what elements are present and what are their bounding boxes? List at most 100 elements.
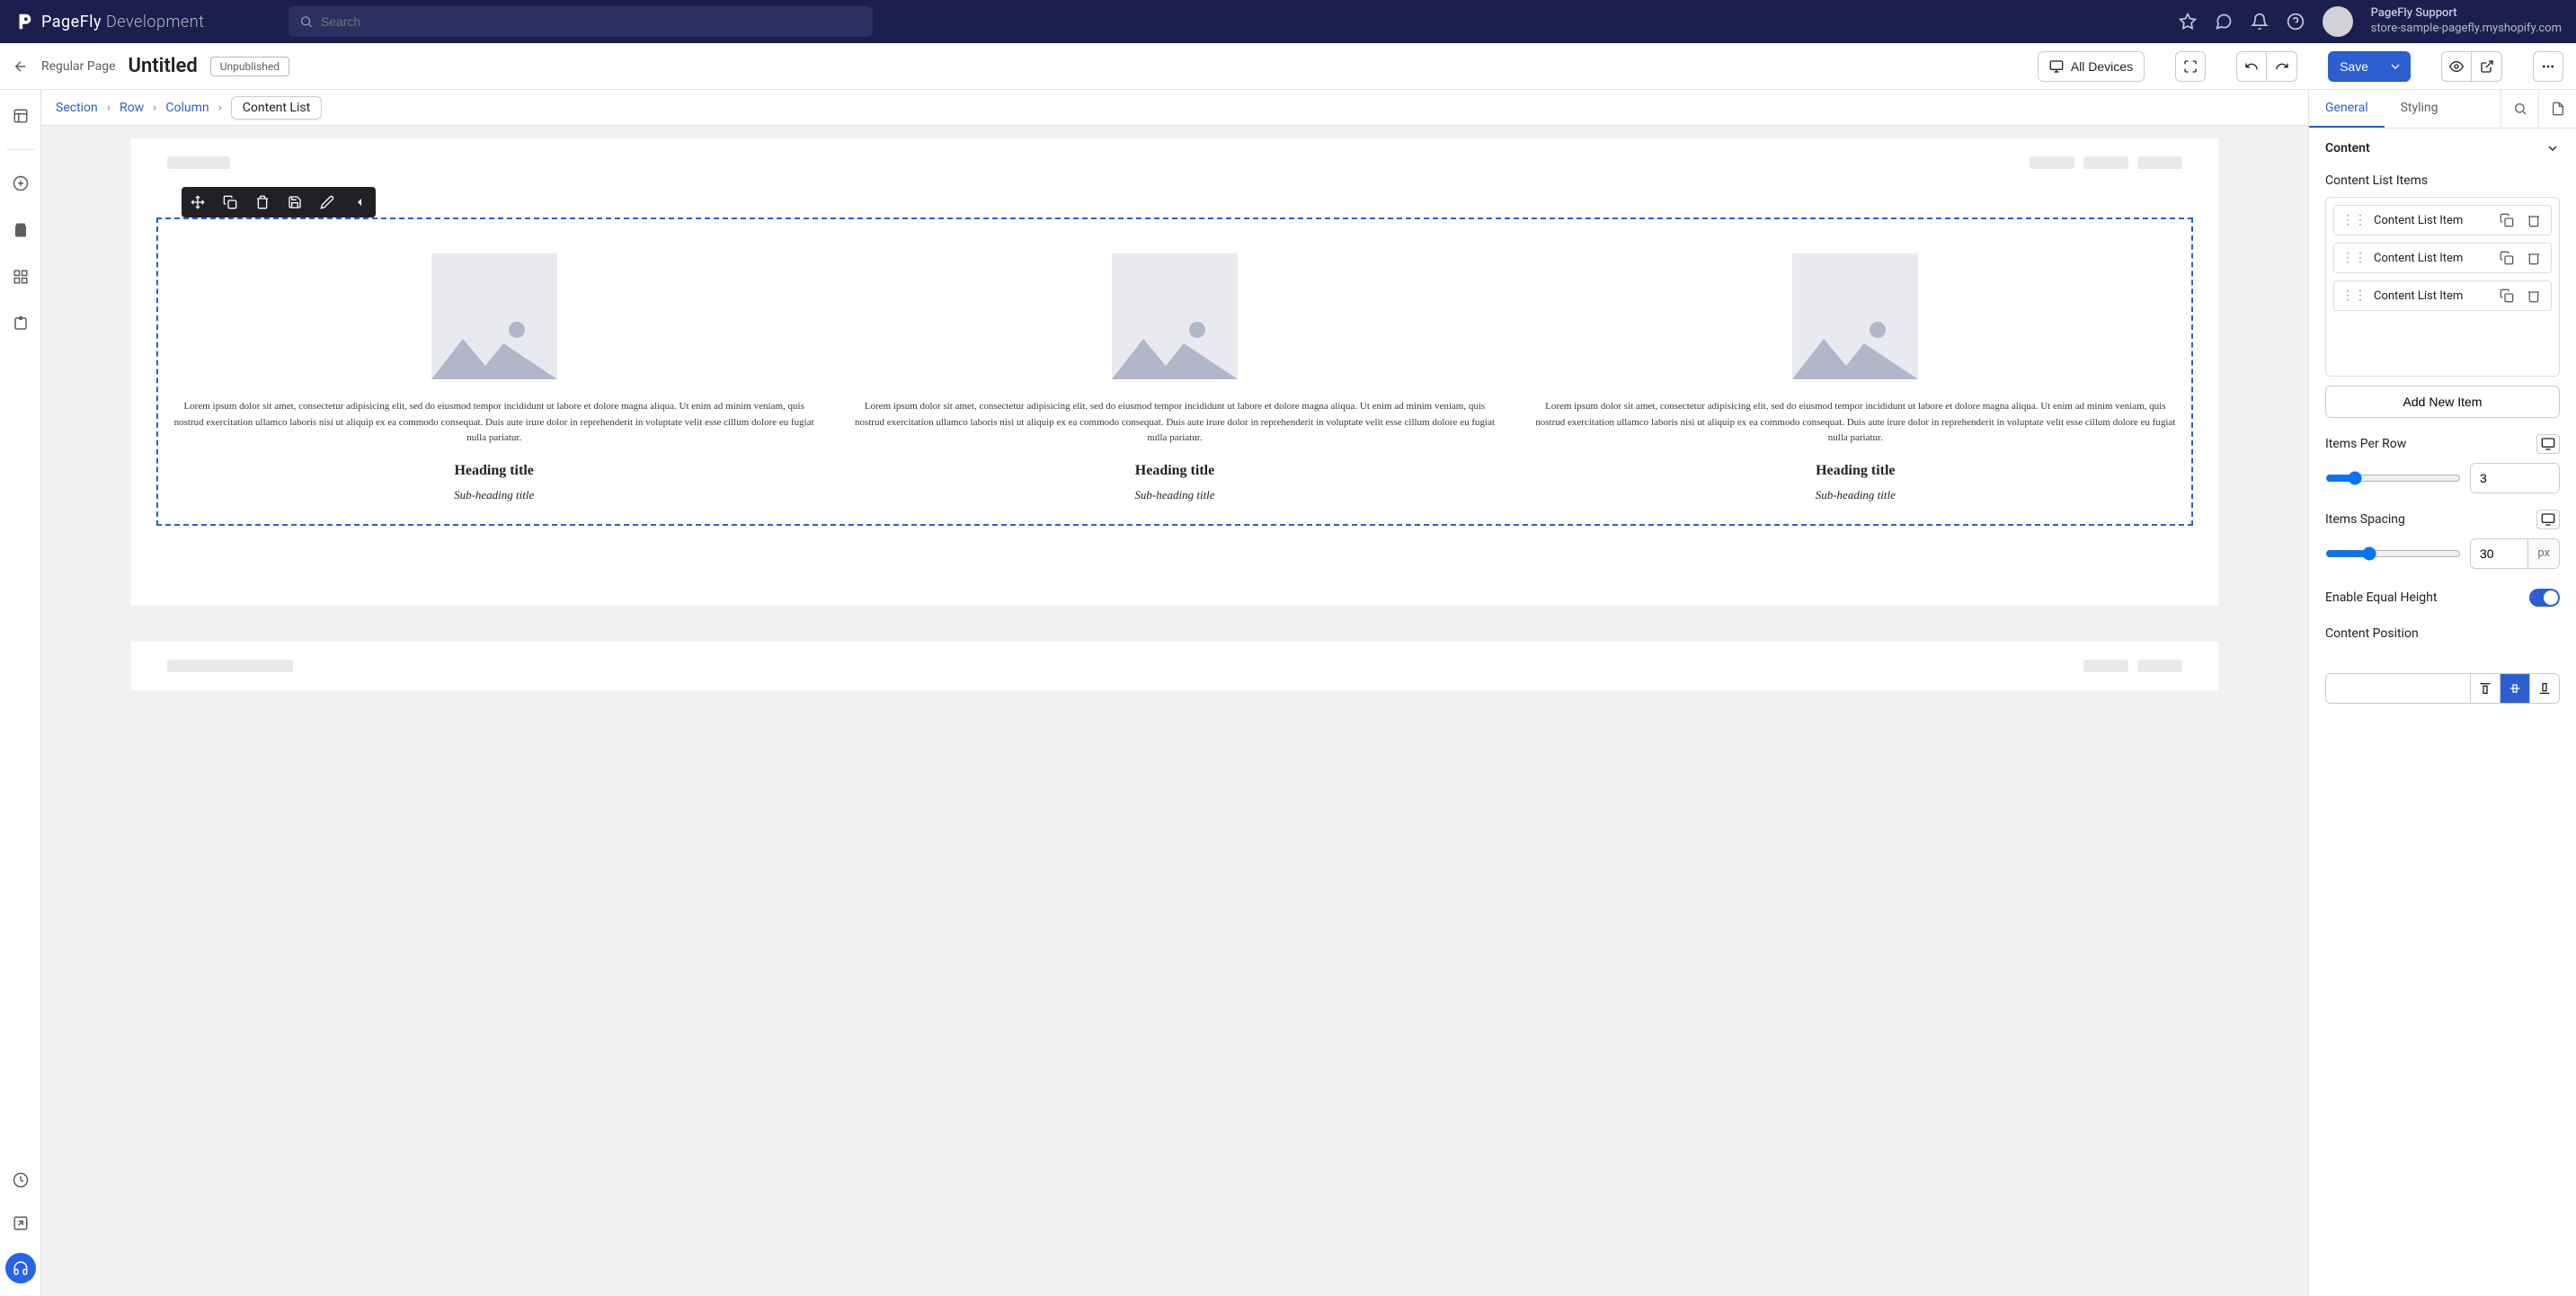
page-surface[interactable]: Lorem ipsum dolor sit amet, consectetur …: [131, 138, 2218, 606]
toolbar-move-button[interactable]: [182, 187, 214, 217]
content-list-items-label: Content List Items: [2325, 173, 2560, 188]
headset-icon: [13, 1260, 29, 1276]
save-icon: [288, 195, 302, 209]
device-selector-button[interactable]: [2536, 434, 2560, 454]
content-list-item[interactable]: Lorem ipsum dolor sit amet, consectetur …: [167, 253, 821, 502]
lorem-text: Lorem ipsum dolor sit amet, consectetur …: [167, 399, 821, 463]
panel-doc-button[interactable]: [2538, 90, 2576, 128]
position-middle-button[interactable]: [2500, 674, 2529, 703]
items-spacing-input[interactable]: [2471, 539, 2527, 568]
content-list-element[interactable]: Lorem ipsum dolor sit amet, consectetur …: [156, 217, 2193, 526]
rail-code-button[interactable]: [7, 1210, 34, 1237]
bell-icon[interactable]: [2251, 13, 2269, 31]
items-per-row-label: Items Per Row: [2325, 437, 2406, 451]
clock-icon: [13, 1172, 29, 1188]
list-item[interactable]: ⋮⋮ Content List Item: [2333, 280, 2552, 311]
breadcrumb: Section› Row› Column› Content List: [56, 96, 322, 120]
rail-apps-button[interactable]: [7, 263, 34, 290]
undo-button[interactable]: [2236, 51, 2267, 82]
save-dropdown-button[interactable]: [2380, 51, 2411, 82]
star-icon[interactable]: [2179, 13, 2197, 31]
toolbar-collapse-button[interactable]: [343, 187, 376, 217]
fullscreen-button[interactable]: [2175, 51, 2206, 82]
more-horizontal-icon: [2541, 59, 2555, 74]
search-input[interactable]: [321, 14, 863, 29]
device-selector-button[interactable]: [2536, 510, 2560, 529]
add-new-item-button[interactable]: Add New Item: [2325, 386, 2560, 418]
tab-general[interactable]: General: [2309, 90, 2385, 128]
right-panel: General Styling Content Content List Ite…: [2308, 90, 2576, 1296]
list-item-label: Content List Item: [2374, 289, 2490, 303]
align-bottom-icon: [2537, 681, 2552, 696]
duplicate-item-button[interactable]: [2497, 213, 2517, 227]
page-header-bar: Regular Page Untitled Unpublished All De…: [0, 43, 2576, 90]
brand-logo[interactable]: PageFly Development: [14, 12, 204, 31]
eye-icon: [2449, 59, 2464, 74]
search-icon: [2513, 102, 2527, 116]
list-item-label: Content List Item: [2374, 214, 2490, 227]
canvas-area[interactable]: Lorem ipsum dolor sit amet, consectetur …: [41, 126, 2308, 1296]
panel-search-button[interactable]: [2500, 90, 2538, 128]
delete-item-button[interactable]: [2524, 213, 2544, 227]
back-arrow-icon[interactable]: [13, 58, 29, 75]
list-item[interactable]: ⋮⋮ Content List Item: [2333, 205, 2552, 235]
all-devices-button[interactable]: All Devices: [2038, 51, 2145, 82]
layers-icon: [13, 108, 29, 124]
content-list-item[interactable]: Lorem ipsum dolor sit amet, consectetur …: [1529, 253, 2182, 502]
rail-shopify-button[interactable]: [7, 217, 34, 244]
tab-styling[interactable]: Styling: [2385, 90, 2455, 128]
user-meta[interactable]: PageFly Support store-sample-pagefly.mys…: [2371, 6, 2562, 37]
preview-button[interactable]: [2441, 51, 2472, 82]
equal-height-toggle[interactable]: [2529, 589, 2560, 607]
breadcrumb-item-row[interactable]: Row: [120, 101, 144, 115]
drag-handle-icon[interactable]: ⋮⋮: [2341, 288, 2367, 303]
subheading-text: Sub-heading title: [167, 488, 821, 502]
heading-text: Heading title: [167, 463, 821, 479]
drag-handle-icon[interactable]: ⋮⋮: [2341, 213, 2367, 227]
copy-icon: [2500, 251, 2514, 265]
toolbar-delete-button[interactable]: [246, 187, 279, 217]
toolbar-duplicate-button[interactable]: [214, 187, 246, 217]
desktop-icon: [2049, 59, 2064, 74]
brand-text: PageFly Development: [41, 13, 204, 31]
position-top-button[interactable]: [2470, 674, 2500, 703]
position-bottom-button[interactable]: [2529, 674, 2559, 703]
duplicate-item-button[interactable]: [2497, 251, 2517, 265]
subheading-text: Sub-heading title: [848, 488, 1501, 502]
items-spacing-slider[interactable]: [2325, 546, 2461, 561]
expand-icon: [2183, 59, 2198, 74]
items-per-row-slider[interactable]: [2325, 471, 2461, 485]
support-chat-button[interactable]: [5, 1253, 36, 1283]
breadcrumb-bar: Section› Row› Column› Content List: [41, 90, 2308, 126]
search-icon: [299, 14, 313, 29]
rail-add-button[interactable]: [7, 170, 34, 197]
rail-layers-button[interactable]: [7, 102, 34, 129]
redo-button[interactable]: [2267, 51, 2297, 82]
more-button[interactable]: [2533, 51, 2563, 82]
duplicate-item-button[interactable]: [2497, 288, 2517, 303]
section-content-header[interactable]: Content: [2309, 129, 2576, 168]
delete-item-button[interactable]: [2524, 288, 2544, 303]
chat-icon[interactable]: [2215, 13, 2233, 31]
rail-integrations-button[interactable]: [7, 310, 34, 337]
breadcrumb-item-column[interactable]: Column: [165, 101, 209, 115]
rail-history-button[interactable]: [7, 1167, 34, 1194]
toolbar-edit-button[interactable]: [311, 187, 343, 217]
list-item[interactable]: ⋮⋮ Content List Item: [2333, 243, 2552, 273]
items-per-row-input[interactable]: [2471, 464, 2559, 493]
external-link-button[interactable]: [2472, 51, 2502, 82]
search-box[interactable]: [289, 6, 873, 37]
position-cell[interactable]: [2326, 674, 2470, 703]
help-icon[interactable]: [2287, 13, 2305, 31]
content-list-item[interactable]: Lorem ipsum dolor sit amet, consectetur …: [848, 253, 1501, 502]
drag-handle-icon[interactable]: ⋮⋮: [2341, 251, 2367, 265]
delete-item-button[interactable]: [2524, 251, 2544, 265]
avatar[interactable]: [2323, 6, 2353, 37]
copy-icon: [223, 195, 237, 209]
plus-circle-icon: [13, 175, 29, 191]
save-button[interactable]: Save: [2328, 51, 2380, 82]
trash-icon: [2527, 288, 2541, 303]
breadcrumb-item-section[interactable]: Section: [56, 101, 98, 115]
heading-text: Heading title: [1529, 463, 2182, 479]
toolbar-save-button[interactable]: [279, 187, 311, 217]
